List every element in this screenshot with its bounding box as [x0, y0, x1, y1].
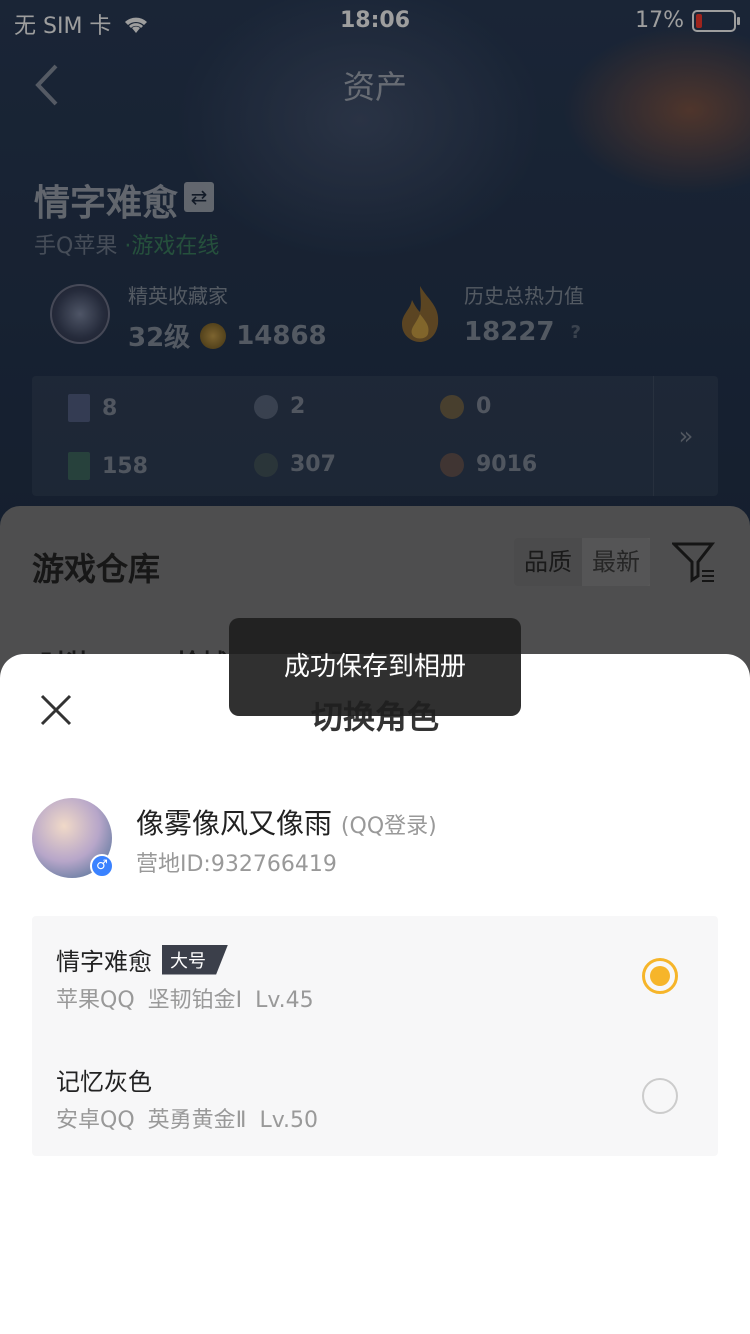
- switch-role-sheet: 切换角色 ♂ 像雾像风又像雨 (QQ登录) 营地ID:932766419 情字难…: [0, 654, 750, 1334]
- role-option-name: 记忆灰色: [56, 1068, 152, 1096]
- male-icon: ♂: [90, 854, 114, 878]
- role-option-meta: 苹果QQ 坚韧铂金Ⅰ Lv.45: [56, 988, 314, 1013]
- camp-id: 营地ID:932766419: [136, 852, 337, 877]
- role-option-name: 情字难愈: [56, 948, 152, 976]
- toast-message: 成功保存到相册: [229, 618, 521, 716]
- login-type: (QQ登录): [340, 814, 437, 839]
- role-option-1[interactable]: 情字难愈 大号 苹果QQ 坚韧铂金Ⅰ Lv.45: [32, 916, 718, 1036]
- user-name-line: 像雾像风又像雨 (QQ登录): [136, 802, 437, 842]
- role-option-2[interactable]: 记忆灰色 安卓QQ 英勇黄金Ⅱ Lv.50: [32, 1036, 718, 1156]
- role-option-meta: 安卓QQ 英勇黄金Ⅱ Lv.50: [56, 1108, 319, 1133]
- user-name: 像雾像风又像雨: [136, 807, 333, 840]
- main-account-badge: 大号: [162, 944, 228, 975]
- radio-unselected[interactable]: [642, 1078, 678, 1114]
- radio-selected[interactable]: [642, 958, 678, 994]
- role-list: 情字难愈 大号 苹果QQ 坚韧铂金Ⅰ Lv.45 记忆灰色 安卓QQ 英勇黄金Ⅱ…: [32, 916, 718, 1156]
